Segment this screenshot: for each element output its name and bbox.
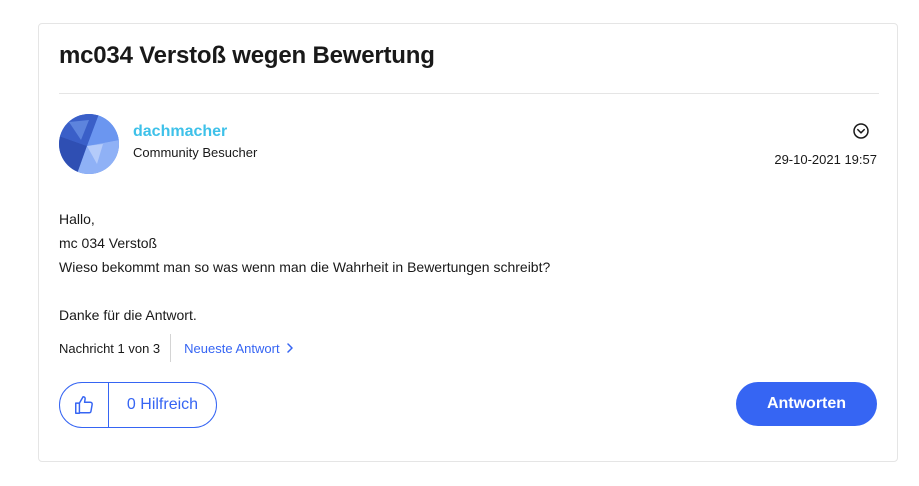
reply-button[interactable]: Antworten [736, 382, 877, 426]
avatar-image [59, 114, 119, 174]
post-datetime: 29-10-2021 19:57 [774, 152, 877, 167]
thumbs-up-icon [60, 383, 109, 427]
message-count: Nachricht 1 von 3 [59, 340, 161, 356]
message-title: mc034 Verstoß wegen Bewertung [59, 42, 435, 69]
kudos-count: 0 Hilfreich [126, 396, 199, 413]
chevron-right-icon [286, 343, 293, 353]
newest-reply-label: Neueste Antwort [184, 340, 280, 356]
author-username[interactable]: dachmacher [133, 123, 227, 141]
user-avatar[interactable] [59, 114, 119, 174]
body-line: mc 034 Verstoß [59, 235, 158, 251]
newest-reply-link[interactable]: Neueste Antwort [184, 341, 293, 356]
message-card: mc034 Verstoß wegen Bewertung dachmacher… [38, 23, 898, 462]
nav-divider [170, 334, 172, 362]
title-divider [59, 93, 879, 94]
body-line: Hallo, [59, 211, 95, 227]
body-line: Wieso bekommt man so was wenn man die Wa… [59, 259, 551, 275]
author-rank: Community Besucher [133, 145, 258, 160]
message-navigation: Nachricht 1 von 3 Neueste Antwort [59, 334, 294, 362]
body-line: Danke für die Antwort. [59, 307, 197, 323]
kudos-button[interactable]: 0 Hilfreich [59, 382, 217, 428]
message-body: Hallo, mc 034 Verstoß Wieso bekommt man … [59, 207, 550, 327]
chevron-down-circle-icon[interactable] [853, 123, 869, 139]
